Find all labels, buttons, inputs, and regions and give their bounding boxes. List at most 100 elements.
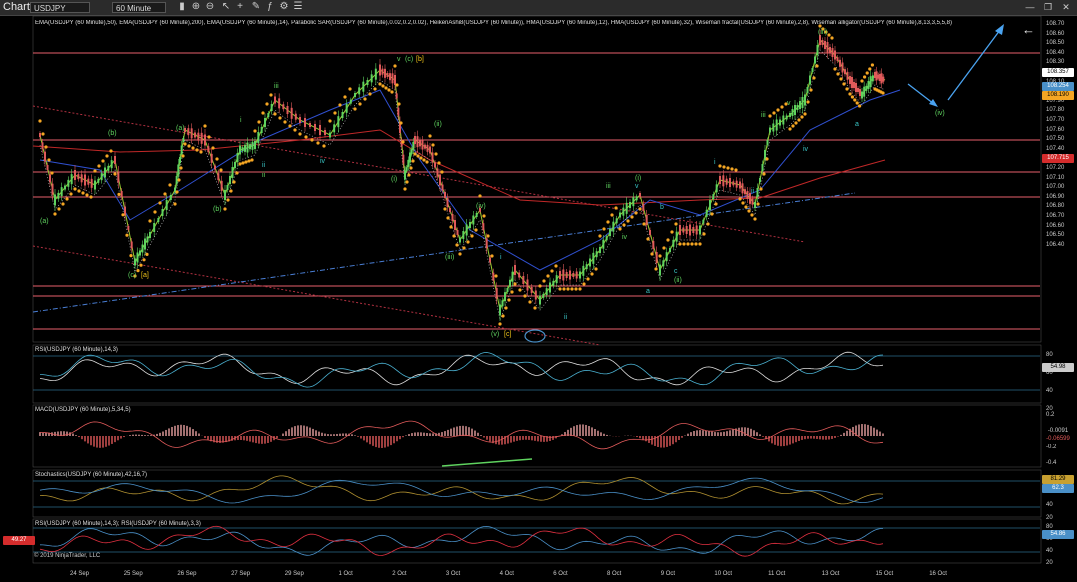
candle-body [472,215,475,225]
sar-dot [694,242,698,246]
date-axis-label: 11 Oct [768,571,786,577]
wave-label: i [500,254,502,261]
sar-dot [815,64,819,68]
sar-dot [486,234,490,238]
candle-body [104,167,106,178]
candle-body [197,132,200,141]
sar-dot [47,158,51,162]
candle-body [349,99,352,104]
sar-dot [498,322,502,326]
candle-body [136,252,139,263]
candle-body [782,115,785,125]
rsi2-axis-label: 40 [1046,548,1053,554]
candle-body [319,125,321,135]
candle-body [324,130,326,135]
candle-body [501,300,504,307]
sar-dot [338,103,342,107]
sar-dot [858,104,862,108]
sar-dot [261,111,265,115]
candle-body [572,273,575,277]
sar-dot [139,263,143,267]
candle-body [709,200,711,210]
sar-dot [65,197,69,201]
rsi2-panel-title: RSI(USDJPY (60 Minute),14,3); RSI(USDJPY… [35,521,201,527]
candle-body [744,189,746,195]
candle-body [187,128,190,136]
sar-dot [570,287,574,291]
sar-dot [574,287,578,291]
rsi-panel [32,344,1042,404]
sar-dot [542,279,546,283]
sar-dot [809,88,813,92]
wave-label: (b) [213,206,222,213]
candle-body [506,288,509,292]
candle-body [514,265,516,275]
candle-body [439,174,441,186]
candle-body [224,190,226,200]
candle-body [575,271,578,279]
candle-body [370,74,373,83]
sar-dot [827,33,831,37]
candle-body [51,183,54,195]
sar-dot [860,79,864,83]
sar-dot [136,269,140,273]
sar-dot [97,164,101,168]
sar-dot [125,233,129,237]
candle-body [87,178,90,185]
sar-dot [153,210,157,214]
sar-dot [223,207,227,211]
wave-label: iii [274,83,279,90]
macd-axis-label: -0.4 [1046,460,1057,466]
candle-body [682,227,685,233]
sar-dot [490,254,494,258]
back-arrow-icon[interactable]: ← [1022,23,1035,36]
sar-dot [397,102,401,106]
candle-body [389,73,391,81]
candle-body [210,153,213,163]
sar-dot [842,82,846,86]
candle-body [846,71,849,80]
candle-body [836,57,839,62]
candle-body [381,68,384,75]
sar-dot [836,72,840,76]
candle-body [157,218,160,222]
candle-body [816,45,819,55]
sar-dot [148,219,152,223]
sar-dot [806,100,810,104]
chart-canvas[interactable] [0,0,1077,582]
candle-body [729,178,731,187]
sar-dot [706,222,710,226]
sar-dot [698,242,702,246]
stoch-axis-label: 20 [1046,515,1053,521]
candle-body [851,77,853,88]
sar-dot [158,201,162,205]
candle-body [179,157,181,163]
sar-dot [53,212,57,216]
wave-label: v [787,100,791,107]
candle-body [526,279,529,291]
candle-body [67,179,70,187]
candle-body [304,118,306,127]
candle-body [405,167,408,172]
candle-body [796,105,799,110]
sar-dot [662,246,666,250]
candle-body [645,215,648,225]
candle-body [236,153,239,162]
wave-label: a [646,288,650,295]
sar-dot [634,211,638,215]
candle-body [619,212,621,218]
candle-body [632,197,635,207]
sar-dot [533,306,537,310]
wave-label: (v) [491,331,500,338]
candle-body [829,47,831,53]
sar-dot [437,161,441,165]
sar-dot [654,267,658,271]
sar-dot [50,171,54,175]
candle-body [200,132,203,144]
sar-dot [283,120,287,124]
sar-dot [407,173,411,177]
wave-label: (i) [391,176,398,183]
sar-dot [528,300,532,304]
candle-body [141,244,144,253]
sar-dot [57,207,61,211]
